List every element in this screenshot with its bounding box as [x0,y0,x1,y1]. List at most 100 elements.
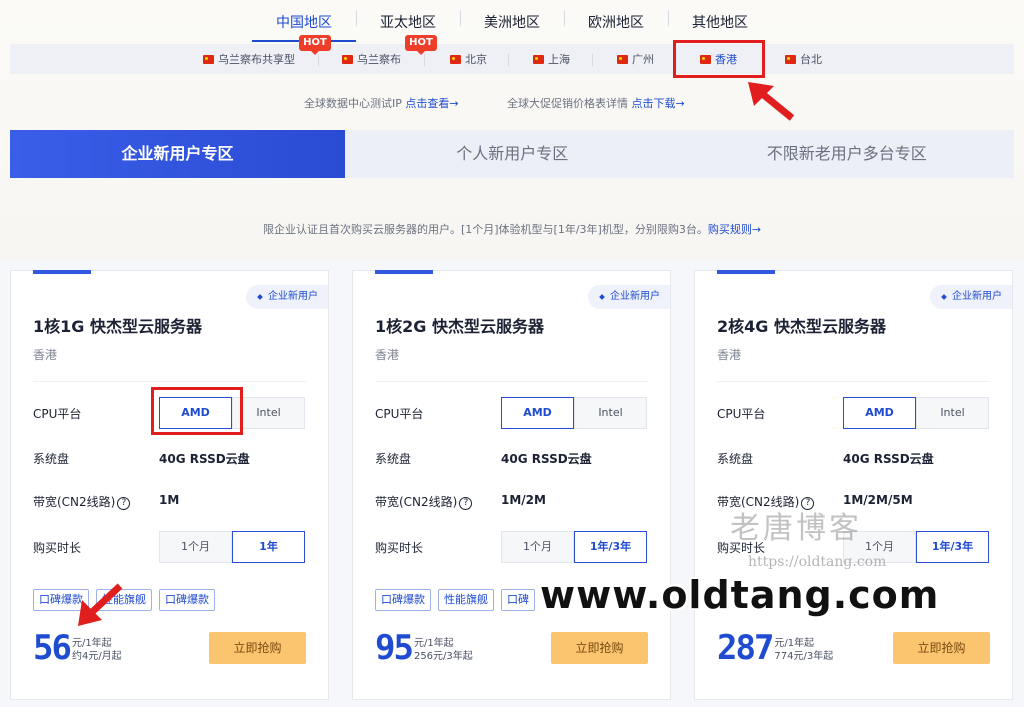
divider [318,54,319,66]
card-title: 2核4G 快杰型云服务器 [717,317,886,336]
card-title: 1核2G 快杰型云服务器 [375,317,544,336]
disk-value: 40G RSSD云盘 [501,452,592,466]
watermark-logo-text: 老唐博客 [730,511,862,546]
city-ulanqab[interactable]: 乌兰察布 [342,52,401,68]
china-flag-icon [342,55,353,64]
china-flag-icon [450,55,461,64]
card-accent [717,270,775,274]
feature-badge: 性能旗舰 [438,589,494,611]
city-taipei[interactable]: 台北 [785,52,822,68]
china-flag-icon [617,55,628,64]
price-alt: 约4元/月起 [71,651,122,662]
test-ip-link[interactable]: 点击查看→ [405,97,458,110]
highlight-box [673,40,765,78]
city-ulanqab-shared[interactable]: 乌兰察布共享型 [203,52,295,68]
bandwidth-value: 1M/2M [501,493,546,507]
tab-region-other[interactable]: 其他地区 [668,8,772,42]
feature-badge: 口碑爆款 [375,589,431,611]
city-bar [10,44,1014,74]
cpu-intel-option[interactable]: Intel [916,397,989,429]
disk-label: 系统盘 [33,452,70,466]
feature-badges: 口碑爆款 性能旗舰 口碑 [375,589,535,611]
hot-badge: HOT [299,35,331,55]
divider [592,54,593,66]
tab-enterprise-new-user[interactable]: 企业新用户专区 [10,130,345,178]
duration-1-month-option[interactable]: 1个月 [501,531,574,563]
divider [668,10,669,26]
feature-badge: 口碑爆款 [159,589,215,611]
purchase-notice: 限企业认证且首次购买云服务器的用户。[1个月]体验机型与[1年/3年]机型，分别… [0,221,1024,237]
city-label: 乌兰察布共享型 [218,53,295,66]
enterprise-user-tag: 企业新用户 [588,285,670,309]
divider [356,10,357,26]
city-label: 广州 [632,53,654,66]
tab-region-europe[interactable]: 欧洲地区 [564,8,668,42]
duration-1-month-option[interactable]: 1个月 [159,531,232,563]
notice-text: 限企业认证且首次购买云服务器的用户。[1个月]体验机型与[1年/3年]机型，分别… [262,223,708,236]
price-detail: 元/1年起约4元/月起 [72,637,122,663]
help-icon[interactable]: ? [459,497,473,510]
disk-value: 40G RSSD云盘 [843,452,934,466]
help-icon[interactable]: ? [117,497,131,510]
china-flag-icon [785,55,796,64]
card-region: 香港 [375,348,400,362]
buy-now-button[interactable]: 立即抢购 [551,632,648,664]
price-info: 全球大促促销价格表详情 点击下载→ [507,95,685,111]
test-ip-text: 全球数据中心测试IP [304,97,402,110]
cpu-label: CPU平台 [375,407,424,421]
purchase-rules-link[interactable]: 购买规则→ [708,223,761,236]
city-beijing[interactable]: 北京 [450,52,487,68]
price-alt: 256元/3年起 [413,651,473,662]
city-shanghai[interactable]: 上海 [533,52,570,68]
bandwidth-label-text: 带宽(CN2线路) [375,495,458,509]
price-value: 287 [717,628,774,668]
divider [33,381,306,382]
cpu-selector: AMD Intel [843,397,989,429]
annotation-arrow-icon [78,583,123,626]
duration-year-option[interactable]: 1年/3年 [574,531,647,563]
watermark-domain: www.oldtang.com [540,573,940,617]
tab-unlimited-users[interactable]: 不限新老用户多台专区 [680,130,1015,178]
price-detail: 元/1年起 774元/3年起 [774,637,833,663]
price-alt: 774元/3年起 [774,651,834,662]
price-block: 56 元/1年起约4元/月起 [33,631,122,665]
city-label: 台北 [800,53,822,66]
duration-label: 购买时长 [33,541,82,555]
price-value: 56 [33,628,72,668]
card-region: 香港 [717,348,742,362]
card-accent [33,270,91,274]
bandwidth-label: 带宽(CN2线路)? [375,493,473,510]
divider [717,381,990,382]
tab-personal-new-user[interactable]: 个人新用户专区 [345,130,680,178]
hot-badge: HOT [405,35,437,55]
cpu-label: CPU平台 [717,407,766,421]
price-unit: 元/1年起 [413,638,454,649]
price-unit: 元/1年起 [71,638,112,649]
cpu-amd-option[interactable]: AMD [843,397,916,429]
city-label: 北京 [465,53,487,66]
divider [375,381,648,382]
tab-region-americas[interactable]: 美洲地区 [460,8,564,42]
cpu-intel-option[interactable]: Intel [574,397,647,429]
divider [564,10,565,26]
duration-year-option[interactable]: 1年 [232,531,305,563]
china-flag-icon [533,55,544,64]
bandwidth-label-text: 带宽(CN2线路) [33,495,116,509]
price-list-download-link[interactable]: 点击下载→ [632,97,685,110]
enterprise-user-tag: 企业新用户 [930,285,1012,309]
user-segment-tabs: 企业新用户专区 个人新用户专区 不限新老用户多台专区 [10,130,1014,178]
buy-now-button[interactable]: 立即抢购 [893,632,990,664]
bandwidth-value: 1M [159,493,180,507]
feature-badge: 口碑 [501,589,535,611]
bandwidth-label: 带宽(CN2线路)? [33,493,131,510]
price-value: 95 [375,628,414,668]
test-ip-info: 全球数据中心测试IP 点击查看→ [304,95,459,111]
duration-year-option[interactable]: 1年/3年 [916,531,989,563]
enterprise-user-tag: 企业新用户 [246,285,328,309]
disk-label: 系统盘 [375,452,412,466]
price-detail: 元/1年起 256元/3年起 [414,637,473,663]
cpu-amd-option[interactable]: AMD [501,397,574,429]
city-label: 上海 [548,53,570,66]
city-guangzhou[interactable]: 广州 [617,52,654,68]
buy-now-button[interactable]: 立即抢购 [209,632,306,664]
